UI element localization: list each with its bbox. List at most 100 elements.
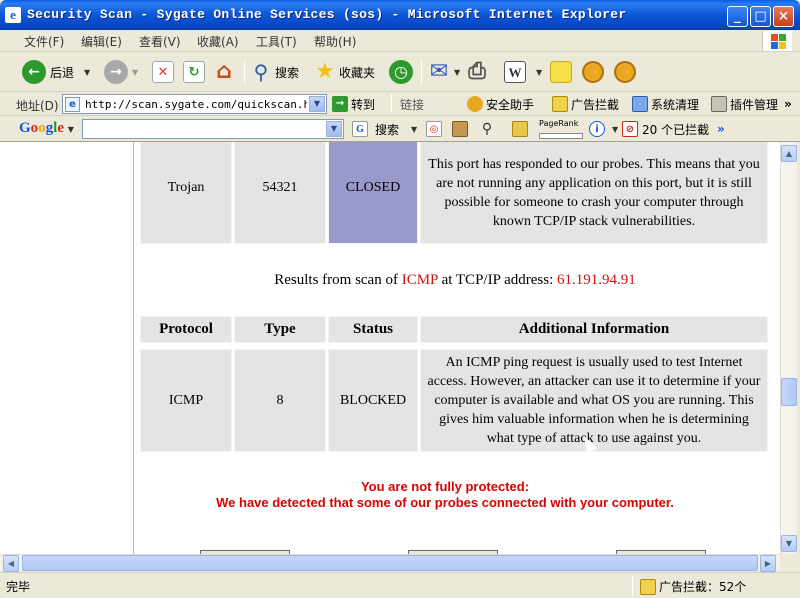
- menu-file[interactable]: 文件(F): [24, 33, 64, 50]
- header-info: Additional Information: [420, 316, 768, 343]
- trojan-info-cell: This port has responded to our probes. T…: [420, 142, 768, 244]
- google-search-dropdown-icon[interactable]: ▼: [326, 121, 342, 137]
- pagerank-meter[interactable]: PageRank: [539, 119, 583, 139]
- scroll-right-button[interactable]: ▶: [760, 555, 776, 572]
- google-logo-letter: G: [19, 120, 31, 136]
- edit-button[interactable]: W ▼: [504, 58, 542, 86]
- popup-blocker-button[interactable]: ⊘ 20 个已拦截: [622, 120, 709, 138]
- forward-button[interactable]: → ▼: [104, 58, 138, 86]
- url-input[interactable]: [85, 96, 307, 112]
- info-dropdown-icon[interactable]: ▼: [612, 125, 618, 134]
- print-button[interactable]: ⎙: [466, 58, 488, 86]
- address-field[interactable]: e ▼: [62, 94, 327, 114]
- ad-block-count: 广告拦截：52个: [659, 580, 747, 594]
- menu-bar: 文件(F) 编辑(E) 查看(V) 收藏(A) 工具(T) 帮助(H): [0, 30, 800, 52]
- icmp-info-cell: An ICMP ping request is usually used to …: [420, 349, 768, 452]
- system-cleanup-button[interactable]: 系统清理: [632, 95, 699, 113]
- google-groups-button[interactable]: ⚲: [479, 120, 498, 138]
- address-label: 地址(D): [16, 99, 59, 113]
- scroll-left-button[interactable]: ◀: [3, 555, 19, 572]
- history-button[interactable]: ◷: [389, 58, 413, 86]
- menu-tools[interactable]: 工具(T): [256, 33, 297, 50]
- print-icon: ⎙: [468, 59, 486, 84]
- address-dropdown-icon[interactable]: ▼: [309, 96, 325, 112]
- results-middle: at TCP/IP address:: [437, 272, 558, 288]
- address-more-button[interactable]: »: [784, 95, 792, 113]
- search-label: 搜索: [275, 65, 300, 80]
- refresh-button[interactable]: ↻: [183, 58, 205, 86]
- lion-helper-button-2[interactable]: [614, 58, 636, 86]
- vertical-scroll-thumb[interactable]: [781, 378, 797, 406]
- google-logo-letter: e: [57, 120, 65, 136]
- maximize-button[interactable]: □: [750, 6, 771, 27]
- ad-block-status-icon: [640, 578, 656, 595]
- messenger-button[interactable]: ■: [550, 58, 572, 86]
- google-groups-icon: ⚲: [481, 121, 493, 137]
- plugin-manager-button[interactable]: 插件管理: [711, 95, 778, 113]
- popup-blocked-label: 20 个已拦截: [642, 122, 710, 137]
- menu-favorites[interactable]: 收藏(A): [197, 33, 239, 50]
- scroll-down-button[interactable]: ▼: [781, 535, 797, 552]
- google-image-button[interactable]: [452, 120, 471, 138]
- ie-icon: e: [5, 7, 21, 23]
- icmp-status: BLOCKED: [339, 392, 407, 408]
- icmp-info: An ICMP ping request is usually used to …: [427, 355, 761, 446]
- note-icon: ■: [550, 61, 572, 83]
- favorites-button[interactable]: ★ 收藏夹: [314, 58, 375, 86]
- windows-logo-icon: [762, 31, 792, 51]
- forward-arrow-icon: →: [104, 60, 128, 84]
- google-search-button[interactable]: G 搜索 ▼: [352, 120, 417, 138]
- google-news-button[interactable]: ◎: [426, 120, 445, 138]
- close-button[interactable]: ×: [773, 6, 794, 27]
- ad-block-button[interactable]: 广告拦截: [552, 95, 619, 113]
- go-button[interactable]: → 转到: [332, 95, 375, 113]
- google-logo[interactable]: Google ▼: [19, 120, 74, 137]
- scrollbar-corner: [780, 554, 800, 571]
- search-icon: ⚲: [253, 60, 269, 84]
- header-protocol-label: Protocol: [159, 321, 213, 337]
- vertical-scrollbar[interactable]: ▲ ▼: [780, 142, 797, 554]
- search-button[interactable]: ⚲ 搜索: [250, 58, 299, 86]
- title-bar[interactable]: e Security Scan - Sygate Online Services…: [0, 0, 800, 30]
- google-more-button[interactable]: »: [717, 120, 725, 138]
- google-toolbar: Google ▼ ▼ G 搜索 ▼ ◎ ⚲ PageRank i ▼ ⊘ 20 …: [0, 116, 800, 142]
- links-button[interactable]: 链接: [400, 95, 424, 113]
- forward-dropdown-icon[interactable]: ▼: [132, 68, 138, 77]
- menu-edit[interactable]: 编辑(E): [81, 33, 122, 50]
- google-search-input[interactable]: [86, 121, 322, 137]
- mail-dropdown-icon[interactable]: ▼: [454, 68, 460, 77]
- web-content: Trojan 54321 CLOSED This port has respon…: [0, 142, 780, 554]
- edit-dropdown-icon[interactable]: ▼: [536, 68, 542, 77]
- google-search-dropdown-icon[interactable]: ▼: [411, 125, 417, 134]
- horizontal-scrollbar[interactable]: ◀ ▶: [0, 554, 780, 572]
- back-dropdown-icon[interactable]: ▼: [84, 68, 90, 77]
- home-button[interactable]: ⌂: [213, 58, 235, 86]
- stop-icon: ✕: [152, 61, 174, 83]
- plugin-label: 插件管理: [730, 97, 779, 112]
- favorites-label: 收藏夹: [339, 65, 376, 80]
- window-title: Security Scan - Sygate Online Services (…: [27, 7, 627, 22]
- mail-icon: ✉: [429, 59, 449, 84]
- back-button[interactable]: ← 后退 ▼: [22, 58, 90, 86]
- minimize-button[interactable]: _: [727, 6, 748, 27]
- lion-helper-button[interactable]: [582, 58, 604, 86]
- google-highlight-button[interactable]: [512, 120, 531, 138]
- menu-help[interactable]: 帮助(H): [314, 33, 356, 50]
- status-ad-block[interactable]: 广告拦截：52个: [640, 578, 746, 595]
- google-info-button[interactable]: i ▼: [589, 120, 618, 138]
- trojan-info: This port has responded to our probes. T…: [428, 157, 760, 229]
- stop-button[interactable]: ✕: [152, 58, 174, 86]
- horizontal-scroll-thumb[interactable]: [22, 555, 758, 571]
- results-ip: 61.191.94.91: [557, 272, 636, 288]
- menu-view[interactable]: 查看(V): [139, 33, 181, 50]
- google-search-field[interactable]: ▼: [82, 119, 344, 139]
- security-helper-button[interactable]: 安全助手: [467, 95, 534, 113]
- word-edit-icon: W: [504, 61, 526, 83]
- mail-button[interactable]: ✉ ▼: [428, 58, 460, 86]
- trojan-status-cell: CLOSED: [328, 142, 418, 244]
- refresh-icon: ↻: [183, 61, 205, 83]
- scroll-up-button[interactable]: ▲: [781, 145, 797, 162]
- icmp-status-cell: BLOCKED: [328, 349, 418, 452]
- info-icon: i: [589, 121, 605, 137]
- go-label: 转到: [351, 97, 376, 112]
